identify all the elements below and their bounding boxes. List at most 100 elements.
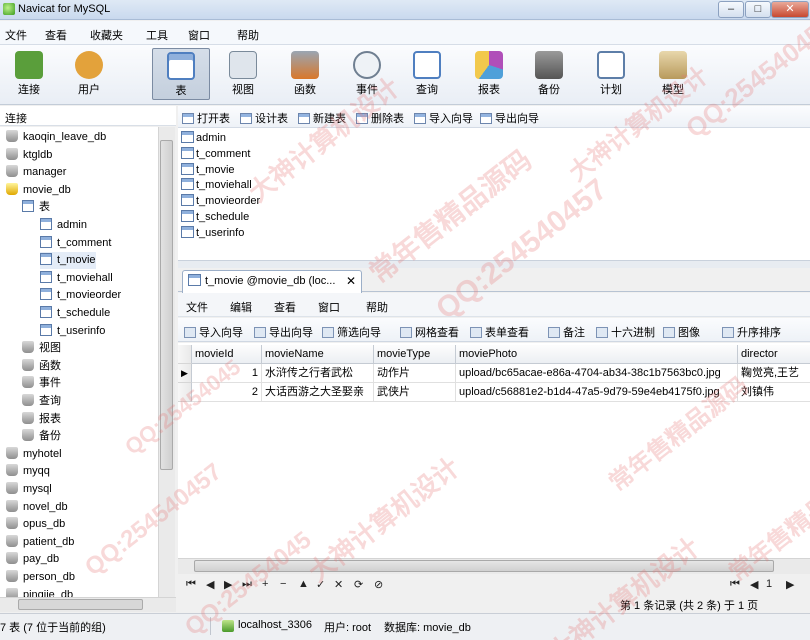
function-button[interactable]: 函数 bbox=[276, 48, 334, 100]
tree-item-t_movie[interactable]: t_movie bbox=[40, 252, 96, 270]
schedule-button[interactable]: 计划 bbox=[582, 48, 640, 100]
column-header-moviePhoto[interactable]: moviePhoto bbox=[456, 345, 738, 364]
tab-menu-edit[interactable]: 编辑 bbox=[230, 299, 252, 315]
tree-item-[interactable]: 表 bbox=[22, 199, 50, 216]
menu-favorites[interactable]: 收藏夹 bbox=[90, 27, 123, 43]
tree-item-myqq[interactable]: myqq bbox=[6, 463, 50, 480]
import-wizard-button[interactable]: 导入向导 bbox=[414, 110, 473, 126]
tree-item-t_moviehall[interactable]: t_moviehall bbox=[40, 270, 113, 287]
tree-item-pay_db[interactable]: pay_db bbox=[6, 551, 59, 568]
tree-item-kaoqin_leave_db[interactable]: kaoqin_leave_db bbox=[6, 129, 106, 146]
object-item-admin[interactable]: admin bbox=[181, 130, 226, 146]
object-item-t_movieorder[interactable]: t_movieorder bbox=[181, 193, 260, 209]
cell-movieId[interactable]: 1 bbox=[192, 364, 262, 383]
tree-horizontal-scroll-thumb[interactable] bbox=[18, 599, 143, 610]
close-button[interactable]: ✕ bbox=[771, 1, 809, 18]
form-view-tool[interactable]: 表单查看 bbox=[470, 324, 529, 340]
tree-item-patient_db[interactable]: patient_db bbox=[6, 534, 74, 551]
tree-item-[interactable]: 事件 bbox=[22, 375, 61, 392]
connection-tree[interactable]: kaoqin_leave_db ktgldb manager movie_db 表 adm… bbox=[0, 127, 158, 597]
tree-item-novel_db[interactable]: novel_db bbox=[6, 499, 68, 516]
menu-help[interactable]: 帮助 bbox=[237, 27, 259, 43]
tree-item-ktgldb[interactable]: ktgldb bbox=[6, 147, 52, 164]
cell-movieName[interactable]: 水浒传之行者武松 bbox=[262, 364, 374, 383]
tree-item-[interactable]: 报表 bbox=[22, 411, 61, 428]
tree-item-t_schedule[interactable]: t_schedule bbox=[40, 305, 110, 322]
tree-item-admin[interactable]: admin bbox=[40, 217, 87, 234]
table-button[interactable]: 表 bbox=[152, 48, 210, 100]
tree-item-manager[interactable]: manager bbox=[6, 164, 66, 181]
delete-table-button[interactable]: 删除表 bbox=[356, 110, 404, 126]
column-header-movieType[interactable]: movieType bbox=[374, 345, 456, 364]
event-button[interactable]: 事件 bbox=[338, 48, 396, 100]
tree-item-mysql[interactable]: mysql bbox=[6, 481, 52, 498]
cell-director[interactable]: 刘镇伟 bbox=[738, 383, 810, 402]
tab-close-icon[interactable]: ✕ bbox=[346, 274, 356, 288]
stop-icon[interactable]: ⊘ bbox=[374, 578, 383, 591]
tab-menu-window[interactable]: 窗口 bbox=[318, 299, 340, 315]
model-button[interactable]: 模型 bbox=[644, 48, 702, 100]
column-header-movieName[interactable]: movieName bbox=[262, 345, 374, 364]
new-table-button[interactable]: 新建表 bbox=[298, 110, 346, 126]
edit-record-icon[interactable]: ▲ bbox=[298, 578, 309, 590]
object-item-t_comment[interactable]: t_comment bbox=[181, 146, 250, 162]
tree-vertical-scroll-thumb[interactable] bbox=[160, 140, 173, 470]
next-page-icon[interactable]: ▶ bbox=[786, 578, 794, 591]
sort-ascending-tool[interactable]: 升序排序 bbox=[722, 324, 781, 340]
tree-item-t_movieorder[interactable]: t_movieorder bbox=[40, 287, 121, 304]
export-wizard-button[interactable]: 导出向导 bbox=[480, 110, 539, 126]
import-wizard-tool[interactable]: 导入向导 bbox=[184, 324, 243, 340]
next-record-icon[interactable]: ▶ bbox=[224, 578, 232, 591]
previous-page-icon[interactable]: ◀ bbox=[750, 578, 758, 591]
delete-record-icon[interactable]: − bbox=[280, 578, 286, 590]
tab-t-movie[interactable]: t_movie @movie_db (loc... ✕ bbox=[182, 270, 362, 293]
menu-file[interactable]: 文件 bbox=[5, 27, 27, 43]
report-button[interactable]: 报表 bbox=[460, 48, 518, 100]
refresh-icon[interactable]: ⟳ bbox=[354, 578, 363, 591]
add-record-icon[interactable]: + bbox=[262, 578, 268, 590]
user-button[interactable]: 用户 bbox=[60, 48, 118, 100]
image-tool[interactable]: 图像 bbox=[663, 324, 700, 340]
grid-horizontal-scroll-thumb[interactable] bbox=[194, 560, 774, 572]
tree-item-t_comment[interactable]: t_comment bbox=[40, 235, 111, 252]
panel-splitter[interactable] bbox=[178, 260, 810, 268]
menu-window[interactable]: 窗口 bbox=[188, 27, 210, 43]
page-number[interactable]: 1 bbox=[766, 578, 772, 590]
first-page-icon[interactable]: ⏮ bbox=[730, 578, 740, 591]
memo-tool[interactable]: 备注 bbox=[548, 324, 585, 340]
last-record-icon[interactable]: ⏭ bbox=[242, 578, 252, 591]
tree-item-opus_db[interactable]: opus_db bbox=[6, 516, 65, 533]
backup-button[interactable]: 备份 bbox=[520, 48, 578, 100]
apply-changes-icon[interactable]: ✓ bbox=[316, 578, 325, 591]
filter-wizard-tool[interactable]: 筛选向导 bbox=[322, 324, 381, 340]
tree-item-movie_db[interactable]: movie_db bbox=[6, 182, 71, 199]
tree-item-myhotel[interactable]: myhotel bbox=[6, 446, 62, 463]
cell-movieId[interactable]: 2 bbox=[192, 383, 262, 402]
cell-moviePhoto[interactable]: upload/c56881e2-b1d4-47a5-9d79-59e4eb417… bbox=[456, 383, 738, 402]
tab-menu-help[interactable]: 帮助 bbox=[366, 299, 388, 315]
tree-item-[interactable]: 函数 bbox=[22, 358, 61, 375]
hex-tool[interactable]: 十六进制 bbox=[596, 324, 655, 340]
tab-menu-view[interactable]: 查看 bbox=[274, 299, 296, 315]
query-button[interactable]: 查询 bbox=[398, 48, 456, 100]
tree-item-[interactable]: 备份 bbox=[22, 428, 61, 445]
cell-movieType[interactable]: 武侠片 bbox=[374, 383, 456, 402]
menu-view[interactable]: 查看 bbox=[45, 27, 67, 43]
data-grid[interactable]: movieId movieName movieType moviePhoto d… bbox=[178, 343, 810, 558]
menu-tools[interactable]: 工具 bbox=[146, 27, 168, 43]
cancel-changes-icon[interactable]: ✕ bbox=[334, 578, 343, 591]
object-item-t_schedule[interactable]: t_schedule bbox=[181, 209, 249, 225]
tree-item-pinqiie_db[interactable]: pinqiie_db bbox=[6, 587, 73, 597]
previous-record-icon[interactable]: ◀ bbox=[206, 578, 214, 591]
tab-menu-file[interactable]: 文件 bbox=[186, 299, 208, 315]
connection-button[interactable]: 连接 bbox=[0, 48, 58, 100]
cell-movieType[interactable]: 动作片 bbox=[374, 364, 456, 383]
first-record-icon[interactable]: ⏮ bbox=[186, 578, 196, 591]
tree-item-[interactable]: 查询 bbox=[22, 393, 61, 410]
maximize-button[interactable]: □ bbox=[745, 1, 771, 18]
object-item-t_movie[interactable]: t_movie bbox=[181, 162, 235, 178]
grid-view-tool[interactable]: 网格查看 bbox=[400, 324, 459, 340]
object-item-t_userinfo[interactable]: t_userinfo bbox=[181, 225, 244, 241]
export-wizard-tool[interactable]: 导出向导 bbox=[254, 324, 313, 340]
object-item-t_moviehall[interactable]: t_moviehall bbox=[181, 177, 252, 193]
